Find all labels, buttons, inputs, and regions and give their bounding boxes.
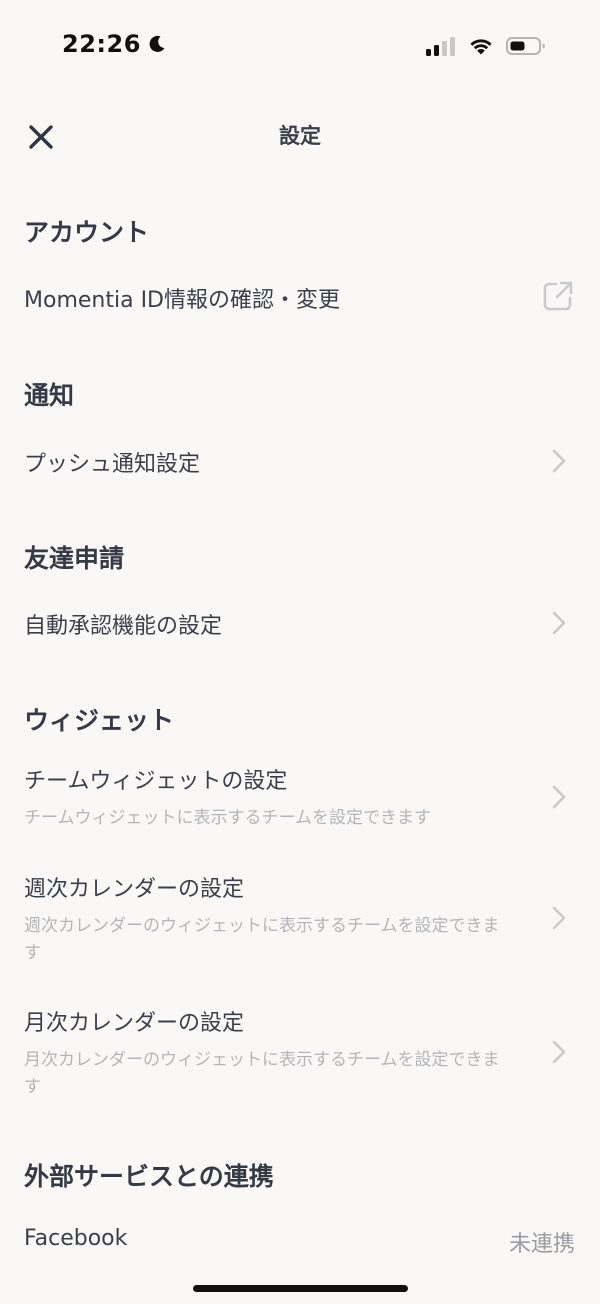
chevron-right-icon xyxy=(552,1040,566,1064)
weekly-calendar-label: 週次カレンダーの設定 xyxy=(24,877,245,902)
section-title-friend-request: 友達申請 xyxy=(24,544,125,573)
battery-icon xyxy=(506,37,545,55)
monthly-calendar-row[interactable]: 月次カレンダーの設定 月次カレンダーのウィジェットに表示するチームを設定できます xyxy=(0,1002,600,1102)
header: 設定 xyxy=(0,100,600,170)
weekly-calendar-row[interactable]: 週次カレンダーの設定 週次カレンダーのウィジェットに表示するチームを設定できます xyxy=(0,868,600,968)
monthly-calendar-label: 月次カレンダーの設定 xyxy=(24,1011,245,1036)
page-title: 設定 xyxy=(279,124,321,148)
status-bar: 22:26 xyxy=(0,0,600,96)
wifi-icon xyxy=(470,39,492,55)
status-icons xyxy=(426,36,546,56)
section-title-notification: 通知 xyxy=(24,381,75,410)
status-time-text: 22:26 xyxy=(62,30,141,58)
section-title-account: アカウント xyxy=(24,218,150,247)
weekly-calendar-description: 週次カレンダーのウィジェットに表示するチームを設定できます xyxy=(24,916,500,963)
cellular-signal-icon xyxy=(426,37,455,56)
home-indicator xyxy=(193,1285,408,1292)
team-widget-description: チームウィジェットに表示するチームを設定できます xyxy=(24,808,431,828)
auto-approve-row[interactable]: 自動承認機能の設定 xyxy=(0,598,600,648)
auto-approve-label: 自動承認機能の設定 xyxy=(24,614,223,639)
chevron-right-icon xyxy=(552,906,566,930)
section-title-widget: ウィジェット xyxy=(24,706,175,735)
chevron-right-icon xyxy=(552,449,566,473)
account-id-row[interactable]: Momentia ID情報の確認・変更 xyxy=(0,272,600,322)
team-widget-row[interactable]: チームウィジェットの設定 チームウィジェットに表示するチームを設定できます xyxy=(0,760,600,840)
section-title-external: 外部サービスとの連携 xyxy=(24,1162,274,1191)
moon-icon xyxy=(149,35,165,52)
account-id-label: Momentia ID情報の確認・変更 xyxy=(24,288,340,313)
facebook-label: Facebook xyxy=(24,1226,128,1251)
push-notification-row[interactable]: プッシュ通知設定 xyxy=(0,436,600,486)
team-widget-label: チームウィジェットの設定 xyxy=(24,769,288,794)
facebook-status: 未連携 xyxy=(508,1232,575,1257)
chevron-right-icon xyxy=(552,785,566,809)
facebook-row[interactable]: Facebook 未連携 xyxy=(0,1218,600,1264)
monthly-calendar-description: 月次カレンダーのウィジェットに表示するチームを設定できます xyxy=(24,1050,500,1097)
status-time: 22:26 xyxy=(62,30,167,58)
chevron-right-icon xyxy=(552,611,566,635)
external-link-icon xyxy=(543,281,573,311)
push-notification-label: プッシュ通知設定 xyxy=(24,452,201,477)
